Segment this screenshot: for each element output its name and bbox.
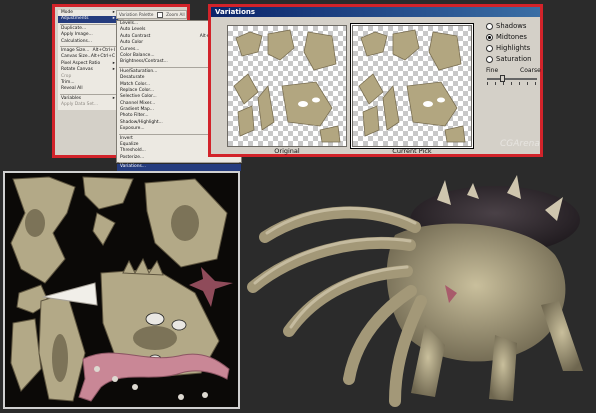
menu-item-label: Color Balance... <box>120 52 155 58</box>
zoom-all-checkbox[interactable] <box>156 12 163 18</box>
menu-item-label: Crop <box>61 73 72 79</box>
submenu-topbar: Variation Palette Zoom All Windows <box>116 10 187 24</box>
current-pick-texture-preview <box>358 29 466 143</box>
creature-render <box>245 175 593 409</box>
menu-item-label: Equalize <box>120 142 139 148</box>
menu-item-label: Trim... <box>61 79 75 85</box>
menu-item-adjustments[interactable]: Adjustments ▸ <box>58 16 118 23</box>
radio-highlights-button[interactable] <box>486 44 493 52</box>
menu-item-label: Duplicate... <box>61 25 87 31</box>
radio-saturation[interactable]: Saturation <box>486 55 531 63</box>
menu-item-label: Calculations... <box>61 38 92 44</box>
menu-item-variations[interactable]: Variations... <box>117 164 241 171</box>
menu-item-label: Auto Levels <box>120 27 146 33</box>
menu-item-label: Selective Color... <box>120 94 157 100</box>
radio-highlights-label: Highlights <box>496 44 531 52</box>
coarse-label: Coarse <box>520 67 541 74</box>
radio-saturation-button[interactable] <box>486 55 493 63</box>
watermark-text: CGArena <box>500 139 540 149</box>
radio-midtones[interactable]: Midtones <box>486 33 527 41</box>
original-texture-preview <box>233 29 341 143</box>
fine-coarse-slider-track[interactable] <box>487 78 537 80</box>
menu-item-label: Curves... <box>120 46 140 52</box>
menu-item-label: Match Color... <box>120 81 151 87</box>
image-menu: Mode ▸ Adjustments ▸ Duplicate... Apply Image… <box>58 10 119 110</box>
menu-item-label: Mode <box>61 10 73 15</box>
image-menu-annotation: Mode ▸ Adjustments ▸ Duplicate... Apply Image… <box>52 4 242 171</box>
menu-item-calculations[interactable]: Calculations... <box>58 39 118 45</box>
menu-item-label: Auto Contrast <box>120 33 151 39</box>
variation-palette-label: Variation Palette <box>119 12 154 17</box>
menu-item-label: Invert <box>120 135 133 141</box>
menu-item-label: Pixel Aspect Ratio <box>61 60 101 66</box>
fine-coarse-slider-knob[interactable] <box>500 75 505 82</box>
original-caption: Original <box>274 147 300 155</box>
original-thumbnail[interactable] <box>227 25 347 147</box>
menu-item-label: Auto Color <box>120 40 144 46</box>
menu-item-label: Variations... <box>120 164 146 170</box>
radio-highlights[interactable]: Highlights <box>486 44 530 52</box>
menu-item-label: Brightness/Contrast... <box>120 59 168 65</box>
radio-midtones-button[interactable] <box>486 33 493 41</box>
slider-ticks <box>487 82 537 85</box>
menu-separator <box>60 23 116 25</box>
menu-item-label: Adjustments <box>61 16 89 22</box>
menu-item-label: Replace Color... <box>120 87 155 93</box>
variations-dialog-annotation: Variations Original Current Pick Shadows… <box>208 4 543 157</box>
menu-item-label: Photo Filter... <box>120 113 149 119</box>
menu-item-label: Gradient Map... <box>120 107 154 113</box>
menu-item-label: Threshold... <box>120 148 146 154</box>
menu-item-label: Hue/Saturation... <box>120 68 158 74</box>
menu-item-label: Rotate Canvas <box>61 67 93 73</box>
current-pick-thumbnail[interactable] <box>351 24 473 148</box>
current-pick-caption: Current Pick <box>392 147 432 155</box>
texture-map-image <box>5 173 238 407</box>
texture-sheet <box>3 171 240 409</box>
radio-shadows[interactable]: Shadows <box>486 22 526 30</box>
menu-item-label: Image Size... <box>61 47 90 53</box>
menu-item-label: Apply Image... <box>61 32 93 38</box>
radio-shadows-label: Shadows <box>496 22 527 30</box>
menu-item-label: Shadow/Highlight... <box>120 119 163 125</box>
menu-item-label: Canvas Size... <box>61 54 92 60</box>
menu-item-label: Posterize... <box>120 154 145 160</box>
radio-shadows-button[interactable] <box>486 22 493 30</box>
fine-label: Fine <box>486 67 499 74</box>
menu-item-label: Channel Mixer... <box>120 100 156 106</box>
menu-item-label: Exposure... <box>120 126 145 132</box>
radio-saturation-label: Saturation <box>496 55 532 63</box>
menu-item-label: Variables <box>61 95 82 101</box>
menu-item-label: Apply Data Set... <box>61 102 99 108</box>
menu-separator <box>60 45 116 47</box>
menu-item-label: Desaturate <box>120 75 145 81</box>
creature-model-image <box>247 175 583 407</box>
radio-midtones-label: Midtones <box>496 33 527 41</box>
variations-title: Variations <box>211 7 540 17</box>
submenu-arrow-icon: ▸ <box>112 16 115 22</box>
menu-item-label: Levels... <box>120 21 139 26</box>
menu-item-apply-data-set: Apply Data Set... <box>58 102 118 108</box>
menu-item-label: Reveal All <box>61 86 83 92</box>
menu-separator <box>60 93 116 95</box>
menu-item-reveal-all[interactable]: Reveal All <box>58 86 118 92</box>
